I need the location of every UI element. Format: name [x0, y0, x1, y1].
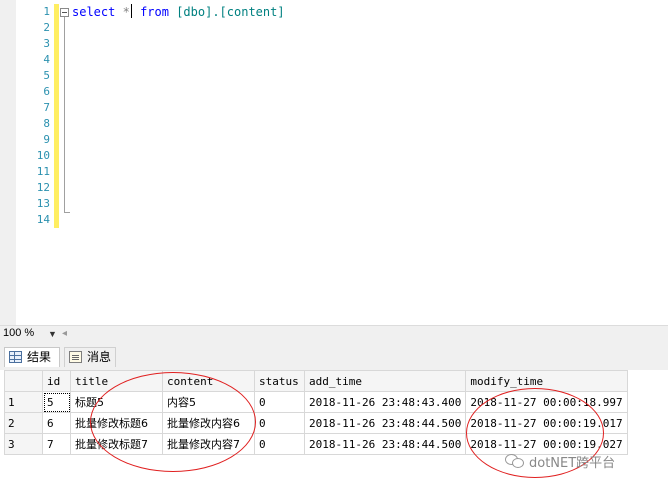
line-number: 7: [43, 101, 50, 114]
cell-content[interactable]: 批量修改内容6: [162, 412, 255, 434]
column-header-status[interactable]: status: [254, 370, 305, 392]
cell-id[interactable]: 6: [42, 412, 71, 434]
cell-content[interactable]: 内容5: [162, 391, 255, 413]
wechat-icon: [505, 453, 525, 469]
chevron-down-icon[interactable]: ▼: [48, 327, 57, 342]
cell-title[interactable]: 批量修改标题6: [70, 412, 163, 434]
editor-status-bar: 100 % ▼ ◂: [0, 325, 668, 341]
collapse-icon[interactable]: [60, 8, 69, 17]
results-grid[interactable]: id title content status add_time modify_…: [4, 370, 628, 455]
line-number: 1: [43, 5, 50, 18]
select-star: *: [122, 5, 130, 19]
grid-icon: [9, 351, 22, 363]
message-icon: [69, 351, 82, 363]
cell-add-time[interactable]: 2018-11-26 23:48:44.500: [303, 433, 467, 455]
line-number: 5: [43, 69, 50, 82]
cell-modify-time[interactable]: 2018-11-27 00:00:19.017: [465, 412, 628, 434]
line-number: 12: [36, 181, 50, 194]
line-number: 13: [36, 197, 50, 210]
scroll-left-icon[interactable]: ◂: [62, 326, 67, 341]
change-tracking-bar: [54, 4, 59, 228]
text-caret: [130, 4, 132, 18]
results-grid-area: id title content status add_time modify_…: [0, 370, 668, 491]
table-row[interactable]: 1 5 标题5 内容5 0 2018-11-26 23:48:43.400 20…: [4, 391, 628, 413]
column-header-content[interactable]: content: [162, 370, 255, 392]
line-number: 11: [36, 165, 50, 178]
zoom-select[interactable]: 100 % ▼: [0, 326, 60, 342]
keyword-select: select: [72, 5, 116, 19]
column-header-id[interactable]: id: [42, 370, 71, 392]
column-header-add-time[interactable]: add_time: [303, 370, 467, 392]
cell-title[interactable]: 批量修改标题7: [70, 433, 163, 455]
tab-messages[interactable]: 消息: [64, 347, 116, 367]
cell-status[interactable]: 0: [254, 433, 305, 455]
zoom-value: 100 %: [3, 327, 35, 339]
line-number: 3: [43, 37, 50, 50]
cell-add-time[interactable]: 2018-11-26 23:48:44.500: [303, 412, 467, 434]
row-number[interactable]: 2: [4, 412, 43, 434]
keyword-from: from: [140, 5, 169, 19]
cell-title[interactable]: 标题5: [70, 391, 163, 413]
cell-add-time[interactable]: 2018-11-26 23:48:43.400: [303, 391, 467, 413]
line-number-gutter: 1 2 3 4 5 6 7 8 9 10 11 12 13 14: [16, 4, 52, 228]
cell-id[interactable]: 5: [42, 391, 71, 413]
tab-results-label: 结果: [27, 350, 52, 364]
column-header-title[interactable]: title: [70, 370, 163, 392]
watermark-text: dotNET跨平台: [529, 455, 616, 471]
query-editor[interactable]: 1 2 3 4 5 6 7 8 9 10 11 12 13 14 select …: [0, 0, 668, 325]
line-number: 10: [36, 149, 50, 162]
line-number: 14: [36, 213, 50, 226]
cell-status[interactable]: 0: [254, 391, 305, 413]
cell-content[interactable]: 批量修改内容7: [162, 433, 255, 455]
corner-cell[interactable]: [4, 370, 43, 392]
table-identifier: [dbo].[content]: [176, 5, 285, 19]
watermark: dotNET跨平台: [505, 451, 615, 471]
line-number: 6: [43, 85, 50, 98]
cell-id[interactable]: 7: [42, 433, 71, 455]
line-number: 8: [43, 117, 50, 130]
cell-modify-time[interactable]: 2018-11-27 00:00:18.997: [465, 391, 628, 413]
tab-results[interactable]: 结果: [4, 347, 60, 367]
outline-bracket: [64, 10, 70, 213]
tab-messages-label: 消息: [87, 350, 112, 364]
table-row[interactable]: 2 6 批量修改标题6 批量修改内容6 0 2018-11-26 23:48:4…: [4, 412, 628, 434]
header-row: id title content status add_time modify_…: [4, 370, 628, 392]
line-number: 9: [43, 133, 50, 146]
row-number[interactable]: 1: [4, 391, 43, 413]
row-number[interactable]: 3: [4, 433, 43, 455]
cell-status[interactable]: 0: [254, 412, 305, 434]
line-number: 2: [43, 21, 50, 34]
query-line[interactable]: select * from [dbo].[content]: [72, 4, 285, 20]
editor-margin: [0, 0, 16, 325]
column-header-modify-time[interactable]: modify_time: [465, 370, 628, 392]
line-number: 4: [43, 53, 50, 66]
